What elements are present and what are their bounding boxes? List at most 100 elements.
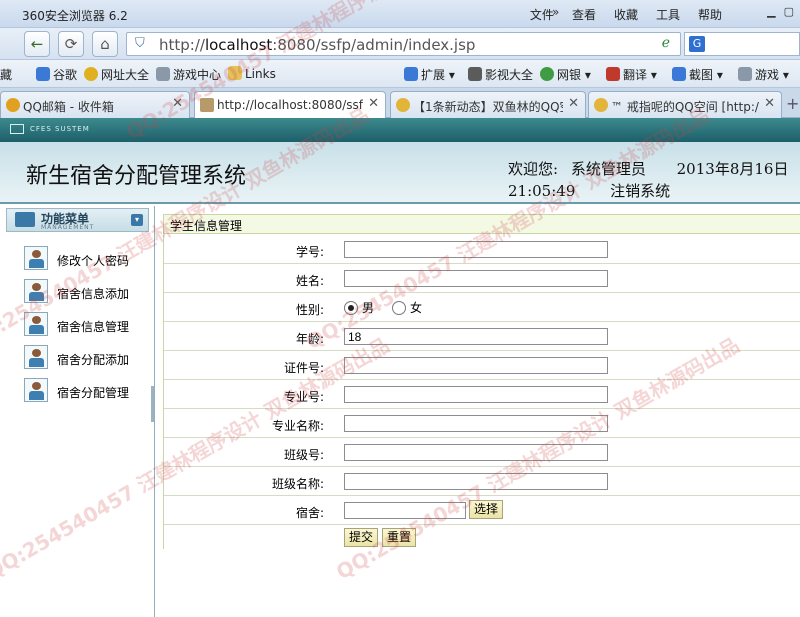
current-date: 2013年8月16日 bbox=[676, 160, 789, 178]
menu-tools[interactable]: 工具 bbox=[656, 6, 680, 23]
user-icon bbox=[24, 345, 48, 369]
form-row-major-no: 专业号: bbox=[164, 380, 800, 409]
logout-link[interactable]: 注销系统 bbox=[610, 182, 670, 200]
search-box[interactable]: G bbox=[684, 32, 800, 56]
star-icon bbox=[396, 98, 410, 112]
fav-item-google[interactable]: 谷歌 bbox=[36, 66, 77, 83]
tab-qzone-updates[interactable]: 【1条新动态】双鱼林的QQ空 ✕ bbox=[390, 91, 586, 118]
bank-icon bbox=[540, 67, 554, 81]
sidebar-scrollbar[interactable] bbox=[151, 386, 154, 422]
reset-button[interactable]: 重置 bbox=[382, 528, 417, 547]
welcome-line: 欢迎您: 系统管理员 2013年8月16日 bbox=[508, 158, 796, 179]
qqmail-icon bbox=[6, 98, 20, 112]
name-input[interactable] bbox=[344, 270, 608, 287]
fav-item-links[interactable]: Links bbox=[228, 66, 276, 81]
menu-help[interactable]: 帮助 bbox=[698, 6, 722, 23]
field-label: 学号: bbox=[295, 245, 324, 259]
panel-title: 学生信息管理 bbox=[170, 219, 243, 233]
field-label: 证件号: bbox=[283, 361, 324, 375]
welcome-label: 欢迎您: bbox=[508, 160, 559, 178]
form-row-age: 年龄: bbox=[164, 322, 800, 351]
collapse-icon[interactable]: ▾ bbox=[131, 214, 143, 226]
tab-qqmail[interactable]: QQ邮箱 - 收件箱 ✕ bbox=[0, 91, 190, 118]
search-engine-icon[interactable]: G bbox=[689, 36, 705, 52]
class-no-input[interactable] bbox=[344, 444, 608, 461]
maximize-icon[interactable]: ▢ bbox=[784, 5, 794, 18]
address-url: http://localhost:8080/ssfp/admin/index.j… bbox=[159, 36, 476, 54]
page-icon bbox=[200, 98, 214, 112]
monitor-icon bbox=[10, 124, 24, 134]
fav-item-video[interactable]: 影视大全 bbox=[468, 66, 533, 83]
gender-male-radio[interactable] bbox=[344, 300, 358, 315]
user-role: 系统管理员 bbox=[570, 160, 646, 178]
gender-radio-group: 男 女 bbox=[344, 299, 422, 316]
sidebar-subtitle: MANAGEMENT bbox=[41, 224, 95, 231]
sidebar-header: 功能菜单 MANAGEMENT ▾ bbox=[6, 208, 149, 232]
app-top-strip: CFES SUSTEM bbox=[0, 118, 800, 142]
sidebar: 功能菜单 MANAGEMENT ▾ 修改个人密码 宿舍信息添加 宿舍信息管理 宿… bbox=[0, 206, 155, 617]
user-icon bbox=[24, 378, 48, 402]
fav-item-extensions[interactable]: 扩展 ▾ bbox=[404, 66, 455, 83]
form-row-class-no: 班级号: bbox=[164, 438, 800, 467]
gender-female-radio[interactable] bbox=[392, 300, 407, 315]
new-tab-icon[interactable]: + bbox=[786, 94, 799, 113]
form-row-id-no: 证件号: bbox=[164, 351, 800, 380]
back-button[interactable]: ← bbox=[24, 31, 50, 57]
user-icon bbox=[24, 312, 48, 336]
field-label: 班级名称: bbox=[271, 477, 324, 491]
menu-view[interactable]: 查看 bbox=[572, 6, 596, 23]
form-row-dorm: 宿舍: 选择 bbox=[164, 496, 800, 525]
google-icon bbox=[36, 67, 50, 81]
tab-qzone[interactable]: ™ 戒指呢的QQ空间 [http:// ✕ bbox=[588, 91, 782, 118]
fav-item-game[interactable]: 游戏 ▾ bbox=[738, 66, 789, 83]
sidebar-item-assign-manage[interactable]: 宿舍分配管理 bbox=[24, 378, 154, 404]
field-label: 姓名: bbox=[295, 274, 324, 288]
class-name-input[interactable] bbox=[344, 473, 608, 490]
choose-dorm-button[interactable]: 选择 bbox=[469, 500, 504, 519]
time-line: 21:05:49 注销系统 bbox=[508, 180, 670, 201]
major-name-input[interactable] bbox=[344, 415, 608, 432]
system-title: 新生宿舍分配管理系统 bbox=[26, 164, 247, 189]
sidebar-item-assign-add[interactable]: 宿舍分配添加 bbox=[24, 345, 154, 371]
fav-item-screenshot[interactable]: 截图 ▾ bbox=[672, 66, 723, 83]
fav-item[interactable]: 藏 bbox=[0, 66, 12, 83]
student-no-input[interactable] bbox=[344, 241, 608, 258]
film-icon bbox=[468, 67, 482, 81]
user-icon bbox=[24, 279, 48, 303]
sidebar-item-dorm-manage[interactable]: 宿舍信息管理 bbox=[24, 312, 154, 338]
fav-item-bank[interactable]: 网银 ▾ bbox=[540, 66, 591, 83]
form-row-name: 姓名: bbox=[164, 264, 800, 293]
sidebar-item-dorm-add[interactable]: 宿舍信息添加 bbox=[24, 279, 154, 305]
fav-item-games[interactable]: 游戏中心 bbox=[156, 66, 221, 83]
tab-close-icon[interactable]: ✕ bbox=[368, 96, 379, 111]
tab-close-icon[interactable]: ✕ bbox=[568, 96, 579, 111]
minimize-icon[interactable]: ▁ bbox=[767, 5, 775, 18]
browser-menu-bar: 文件 查看 收藏 工具 帮助 bbox=[530, 6, 722, 23]
user-icon bbox=[24, 246, 48, 270]
address-bar[interactable]: ⛉ http://localhost:8080/ssfp/admin/index… bbox=[126, 32, 681, 56]
tab-close-icon[interactable]: ✕ bbox=[764, 96, 775, 111]
age-input[interactable] bbox=[344, 328, 608, 345]
favorites-bar: 藏 谷歌 网址大全 游戏中心 Links 扩展 ▾ 影视大全 网银 ▾ 翻译 ▾… bbox=[0, 60, 800, 88]
sidebar-item-change-password[interactable]: 修改个人密码 bbox=[24, 246, 154, 272]
fav-item-translate[interactable]: 翻译 ▾ bbox=[606, 66, 657, 83]
panel-title-bar: 学生信息管理 bbox=[163, 214, 800, 234]
form-row-student-no: 学号: bbox=[164, 235, 800, 264]
submit-button[interactable]: 提交 bbox=[344, 528, 379, 547]
major-no-input[interactable] bbox=[344, 386, 608, 403]
home-button[interactable]: ⌂ bbox=[92, 31, 118, 57]
dorm-input[interactable] bbox=[344, 502, 466, 519]
menu-file[interactable]: 文件 bbox=[530, 6, 554, 23]
compat-mode-icon[interactable]: ℯ bbox=[662, 35, 670, 51]
tab-close-icon[interactable]: ✕ bbox=[172, 96, 183, 111]
menu-favorites[interactable]: 收藏 bbox=[614, 6, 638, 23]
field-label: 专业名称: bbox=[271, 419, 324, 433]
refresh-icon: ⟳ bbox=[64, 35, 78, 53]
refresh-button[interactable]: ⟳ bbox=[58, 31, 84, 57]
tab-localhost[interactable]: http://localhost:8080/ssfp/a ✕ bbox=[194, 91, 386, 118]
id-no-input[interactable] bbox=[344, 357, 608, 374]
gamepad-icon bbox=[156, 67, 170, 81]
form-row-gender: 性别: 男 女 bbox=[164, 293, 800, 322]
fav-item-sites[interactable]: 网址大全 bbox=[84, 66, 149, 83]
extensions-icon bbox=[404, 67, 418, 81]
